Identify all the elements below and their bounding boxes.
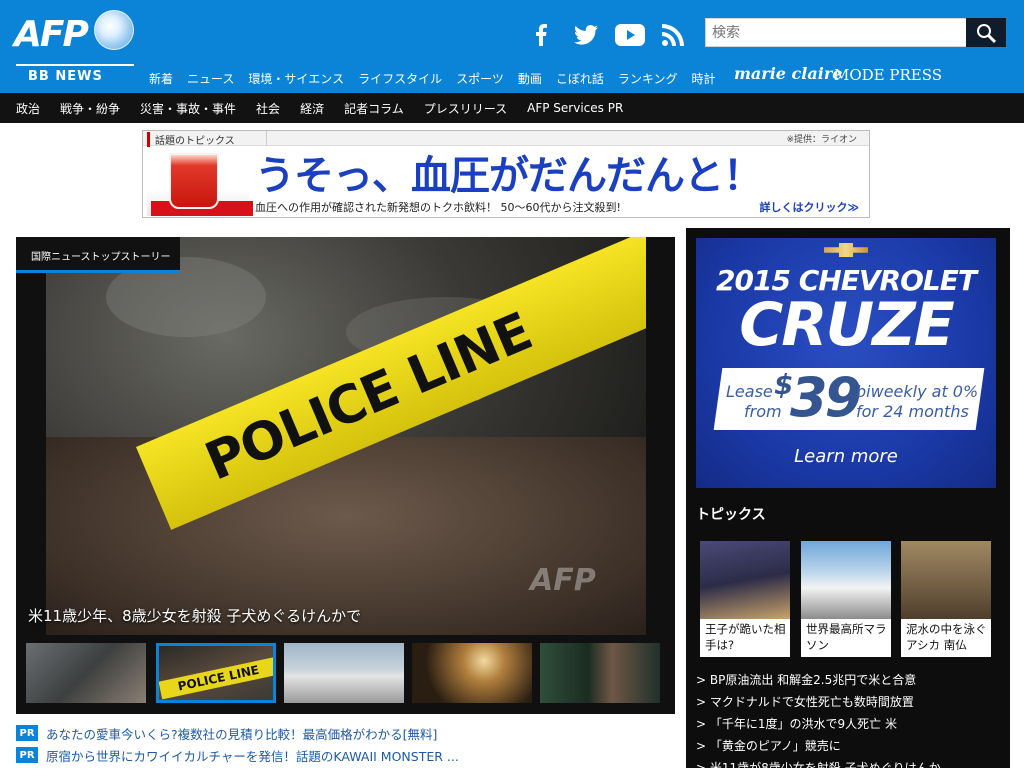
nav-item-watch[interactable]: 時計 bbox=[692, 70, 716, 86]
globe-icon bbox=[94, 10, 134, 50]
mode-press-link[interactable]: MODE PRESS bbox=[834, 66, 942, 84]
thumbnail-active[interactable]: POLICE LINE bbox=[156, 643, 276, 703]
ad-terms-rate: biweekly at 0% bbox=[856, 382, 979, 401]
nav-item-sports[interactable]: スポーツ bbox=[456, 70, 504, 86]
ad-terms-months: for 24 months bbox=[856, 402, 969, 421]
ad-model: CRUZE bbox=[739, 290, 954, 360]
cat-column[interactable]: 記者コラム bbox=[344, 100, 404, 117]
pr-item[interactable]: PR あなたの愛車今いくら?複数社の見積り比較！最高価格がわかる[無料] bbox=[16, 722, 676, 744]
facebook-icon[interactable] bbox=[528, 22, 554, 48]
youtube-icon[interactable] bbox=[614, 22, 646, 48]
cat-disaster[interactable]: 災害・事故・事件 bbox=[140, 100, 236, 117]
afp-bb-news-logo[interactable]: AFP BB NEWS bbox=[14, 8, 136, 86]
banner-headline: うそっ、血圧がだんだんと！ bbox=[255, 153, 763, 199]
search-button[interactable] bbox=[966, 18, 1006, 47]
banner-provider: ※提供：ライオン bbox=[786, 135, 857, 145]
thumbnail-tape: POLICE LINE bbox=[159, 654, 273, 700]
ad-from: from bbox=[744, 402, 782, 421]
pr-badge: PR bbox=[16, 747, 38, 763]
rss-icon[interactable] bbox=[660, 22, 686, 48]
chevrolet-ad[interactable]: 2015 CHEVROLET CRUZE Lease from $ 39 biw… bbox=[696, 238, 996, 488]
topic-banner-ad[interactable]: 話題のトピックス ※提供：ライオン うそっ、血圧がだんだんと！ 血圧への作用が確… bbox=[142, 130, 870, 218]
ad-learn-more[interactable]: Learn more bbox=[696, 446, 996, 467]
search-icon bbox=[977, 23, 996, 43]
top-story[interactable]: POLICE LINE AFP 国際ニューストップストーリー 米11歳少年、8歳… bbox=[16, 237, 675, 714]
ad-lease: Lease bbox=[726, 382, 773, 401]
pr-badge: PR bbox=[16, 725, 38, 741]
site-header: AFP BB NEWS 新着 ニュース 環境・サイエンス ライフスタイル スポー… bbox=[0, 0, 1024, 93]
cat-society[interactable]: 社会 bbox=[256, 100, 280, 117]
logo-divider bbox=[16, 64, 134, 66]
marie-claire-link[interactable]: marie claire bbox=[734, 64, 842, 83]
nav-item-science[interactable]: 環境・サイエンス bbox=[248, 70, 344, 86]
topic-image bbox=[901, 541, 991, 619]
ad-price: 39 bbox=[790, 366, 862, 429]
banner-label: 話題のトピックス bbox=[147, 132, 235, 147]
nav-item-video[interactable]: 動画 bbox=[518, 70, 542, 86]
top-story-photo[interactable]: POLICE LINE AFP bbox=[46, 237, 646, 635]
topic-card[interactable]: 王子が跪いた相手は? bbox=[700, 541, 790, 657]
news-link[interactable]: > 「千年に1度」の洪水で9人死亡 米 bbox=[696, 716, 996, 738]
pr-list: PR あなたの愛車今いくら?複数社の見積り比較！最高価格がわかる[無料] PR … bbox=[16, 722, 676, 766]
news-link[interactable]: > 米11歳が8歳少女を射殺 子犬めぐりけんか bbox=[696, 760, 996, 782]
nav-item-ranking[interactable]: ランキング bbox=[618, 70, 678, 86]
top-story-caption[interactable]: 米11歳少年、8歳少女を射殺 子犬めぐるけんかで bbox=[28, 605, 361, 626]
thumbnail[interactable] bbox=[540, 643, 660, 703]
category-nav: 政治 戦争・紛争 災害・事故・事件 社会 経済 記者コラム プレスリリース AF… bbox=[0, 93, 1024, 123]
nav-item-new[interactable]: 新着 bbox=[149, 70, 173, 86]
news-link[interactable]: > BP原油流出 和解金2.5兆円で米と合意 bbox=[696, 672, 996, 694]
glass-icon bbox=[169, 153, 219, 209]
news-link[interactable]: > 「黄金のピアノ」競売に bbox=[696, 738, 996, 760]
news-link[interactable]: > マクドナルドで女性死亡も数時間放置 bbox=[696, 694, 996, 716]
top-story-badge: 国際ニューストップストーリー bbox=[16, 237, 180, 273]
topic-caption[interactable]: 泥水の中を泳ぐアシカ 南仏 bbox=[906, 621, 988, 655]
logo-text: AFP bbox=[14, 14, 89, 55]
chevrolet-logo-icon bbox=[824, 243, 868, 257]
nav-item-offbeat[interactable]: こぼれ話 bbox=[556, 70, 604, 86]
right-sidebar: 2015 CHEVROLET CRUZE Lease from $ 39 biw… bbox=[686, 228, 1010, 775]
banner-more-link[interactable]: 詳しくはクリック≫ bbox=[759, 199, 859, 215]
topic-image bbox=[801, 541, 891, 619]
cat-war[interactable]: 戦争・紛争 bbox=[60, 100, 120, 117]
main-nav: 新着 ニュース 環境・サイエンス ライフスタイル スポーツ 動画 こぼれ話 ラン… bbox=[149, 70, 730, 86]
thumbnail[interactable] bbox=[412, 643, 532, 703]
topic-image bbox=[700, 541, 790, 619]
cat-economy[interactable]: 経済 bbox=[300, 100, 324, 117]
topic-caption[interactable]: 世界最高所マラソン bbox=[806, 621, 888, 655]
cat-afp-services[interactable]: AFP Services PR bbox=[527, 101, 623, 115]
topic-caption[interactable]: 王子が跪いた相手は? bbox=[705, 621, 787, 655]
drink-image bbox=[147, 149, 253, 216]
topic-news-list: > BP原油流出 和解金2.5兆円で米と合意 > マクドナルドで女性死亡も数時間… bbox=[696, 672, 996, 782]
nav-item-lifestyle[interactable]: ライフスタイル bbox=[358, 70, 442, 86]
thumbnail[interactable] bbox=[26, 643, 146, 703]
search-input[interactable] bbox=[705, 18, 967, 47]
pr-link[interactable]: 原宿から世界にカワイイカルチャーを発信！話題のKAWAII MONSTER ..… bbox=[46, 746, 459, 765]
afp-watermark: AFP bbox=[530, 563, 596, 598]
banner-description: 血圧への作用が確認された新発想のトクホ飲料！ 50～60代から注文殺到! bbox=[255, 201, 621, 214]
thumbnail[interactable] bbox=[284, 643, 404, 703]
topic-card[interactable]: 世界最高所マラソン bbox=[801, 541, 891, 657]
pr-item[interactable]: PR 原宿から世界にカワイイカルチャーを発信！話題のKAWAII MONSTER… bbox=[16, 744, 676, 766]
cat-press-release[interactable]: プレスリリース bbox=[424, 100, 507, 117]
topics-heading: トピックス bbox=[696, 507, 766, 523]
logo-subtitle: BB NEWS bbox=[28, 69, 103, 84]
twitter-icon[interactable] bbox=[572, 22, 600, 48]
nav-item-news[interactable]: ニュース bbox=[187, 70, 234, 86]
pr-link[interactable]: あなたの愛車今いくら?複数社の見積り比較！最高価格がわかる[無料] bbox=[46, 724, 437, 743]
story-thumbnails: POLICE LINE bbox=[26, 643, 670, 705]
topic-card[interactable]: 泥水の中を泳ぐアシカ 南仏 bbox=[901, 541, 991, 657]
cat-politics[interactable]: 政治 bbox=[16, 100, 40, 117]
